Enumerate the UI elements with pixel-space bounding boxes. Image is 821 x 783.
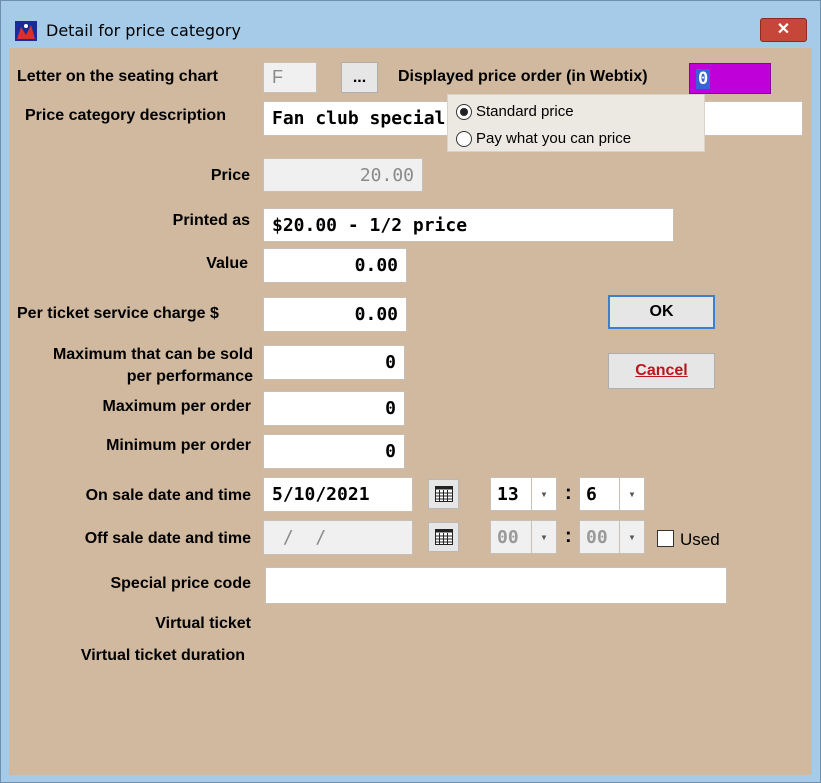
off-sale-time-separator: : [565, 525, 572, 547]
off-sale-date-field[interactable]: / / [263, 520, 413, 555]
off-sale-minute-value: 00 [586, 526, 608, 548]
off-sale-hour-select[interactable]: 00 ▾ [490, 520, 557, 554]
close-button[interactable]: ✕ [760, 18, 807, 42]
max-sold-field[interactable]: 0 [263, 345, 405, 380]
pay-what-you-can-label: Pay what you can price [476, 130, 632, 147]
standard-price-label: Standard price [476, 103, 574, 120]
title-bar: Detail for price category ✕ [1, 1, 820, 42]
price-type-group: Standard price Pay what you can price [447, 94, 705, 152]
ok-button[interactable]: OK [608, 295, 715, 329]
calendar-icon [434, 529, 453, 545]
chevron-down-icon: ▾ [531, 521, 556, 553]
min-order-field[interactable]: 0 [263, 434, 405, 469]
standard-price-option[interactable]: Standard price [456, 103, 574, 120]
letter-label: Letter on the seating chart [17, 68, 218, 85]
calendar-icon [434, 486, 453, 502]
chevron-down-icon: ▾ [619, 521, 644, 553]
on-sale-minute-value: 6 [586, 483, 597, 505]
off-sale-calendar-button[interactable] [428, 522, 459, 552]
on-sale-calendar-button[interactable] [428, 479, 459, 509]
value-label: Value [206, 255, 248, 272]
used-label: Used [680, 530, 720, 549]
seat-letter-field[interactable]: F [263, 62, 317, 93]
max-order-label: Maximum per order [102, 398, 251, 415]
on-sale-hour-value: 13 [497, 483, 519, 505]
min-order-label: Minimum per order [106, 437, 251, 454]
max-order-field[interactable]: 0 [263, 391, 405, 426]
description-label: Price category description [25, 107, 226, 124]
price-field[interactable]: 20.00 [263, 158, 423, 192]
cancel-button[interactable]: Cancel [608, 353, 715, 389]
special-code-field[interactable] [265, 567, 727, 604]
printed-as-field[interactable]: $20.00 - 1/2 price [263, 208, 674, 242]
price-order-value: 0 [696, 68, 711, 89]
price-label: Price [210, 167, 250, 184]
service-charge-label: Per ticket service charge $ [17, 305, 219, 322]
special-code-label: Special price code [110, 575, 251, 592]
window-title: Detail for price category [46, 21, 241, 40]
standard-price-radio[interactable] [456, 103, 472, 120]
on-sale-date-field[interactable]: 5/10/2021 [263, 477, 413, 512]
price-order-label: Displayed price order (in Webtix) [398, 68, 648, 85]
pay-what-you-can-radio[interactable] [456, 130, 472, 147]
browse-letter-button[interactable]: ... [341, 62, 378, 93]
max-sold-label-line2: per performance [126, 368, 253, 385]
used-checkbox[interactable] [657, 530, 674, 547]
chevron-down-icon: ▾ [619, 478, 644, 510]
max-sold-label-line1: Maximum that can be sold [52, 346, 253, 363]
pay-what-you-can-option[interactable]: Pay what you can price [456, 130, 631, 147]
on-sale-minute-select[interactable]: 6 ▾ [579, 477, 645, 511]
on-sale-time-separator: : [565, 482, 572, 504]
service-charge-field[interactable]: 0.00 [263, 297, 407, 332]
dialog-window: Detail for price category ✕ Letter on th… [0, 0, 821, 783]
on-sale-hour-select[interactable]: 13 ▾ [490, 477, 557, 511]
on-sale-label: On sale date and time [85, 487, 251, 504]
chevron-down-icon: ▾ [531, 478, 556, 510]
virtual-duration-label: Virtual ticket duration [80, 647, 245, 664]
off-sale-minute-select[interactable]: 00 ▾ [579, 520, 645, 554]
off-sale-label: Off sale date and time [84, 530, 251, 547]
price-order-field[interactable]: 0 [689, 63, 771, 94]
off-sale-hour-value: 00 [497, 526, 519, 548]
app-icon [15, 21, 37, 41]
printed-as-label: Printed as [172, 212, 250, 229]
value-field[interactable]: 0.00 [263, 248, 407, 283]
virtual-ticket-label: Virtual ticket [155, 615, 251, 632]
